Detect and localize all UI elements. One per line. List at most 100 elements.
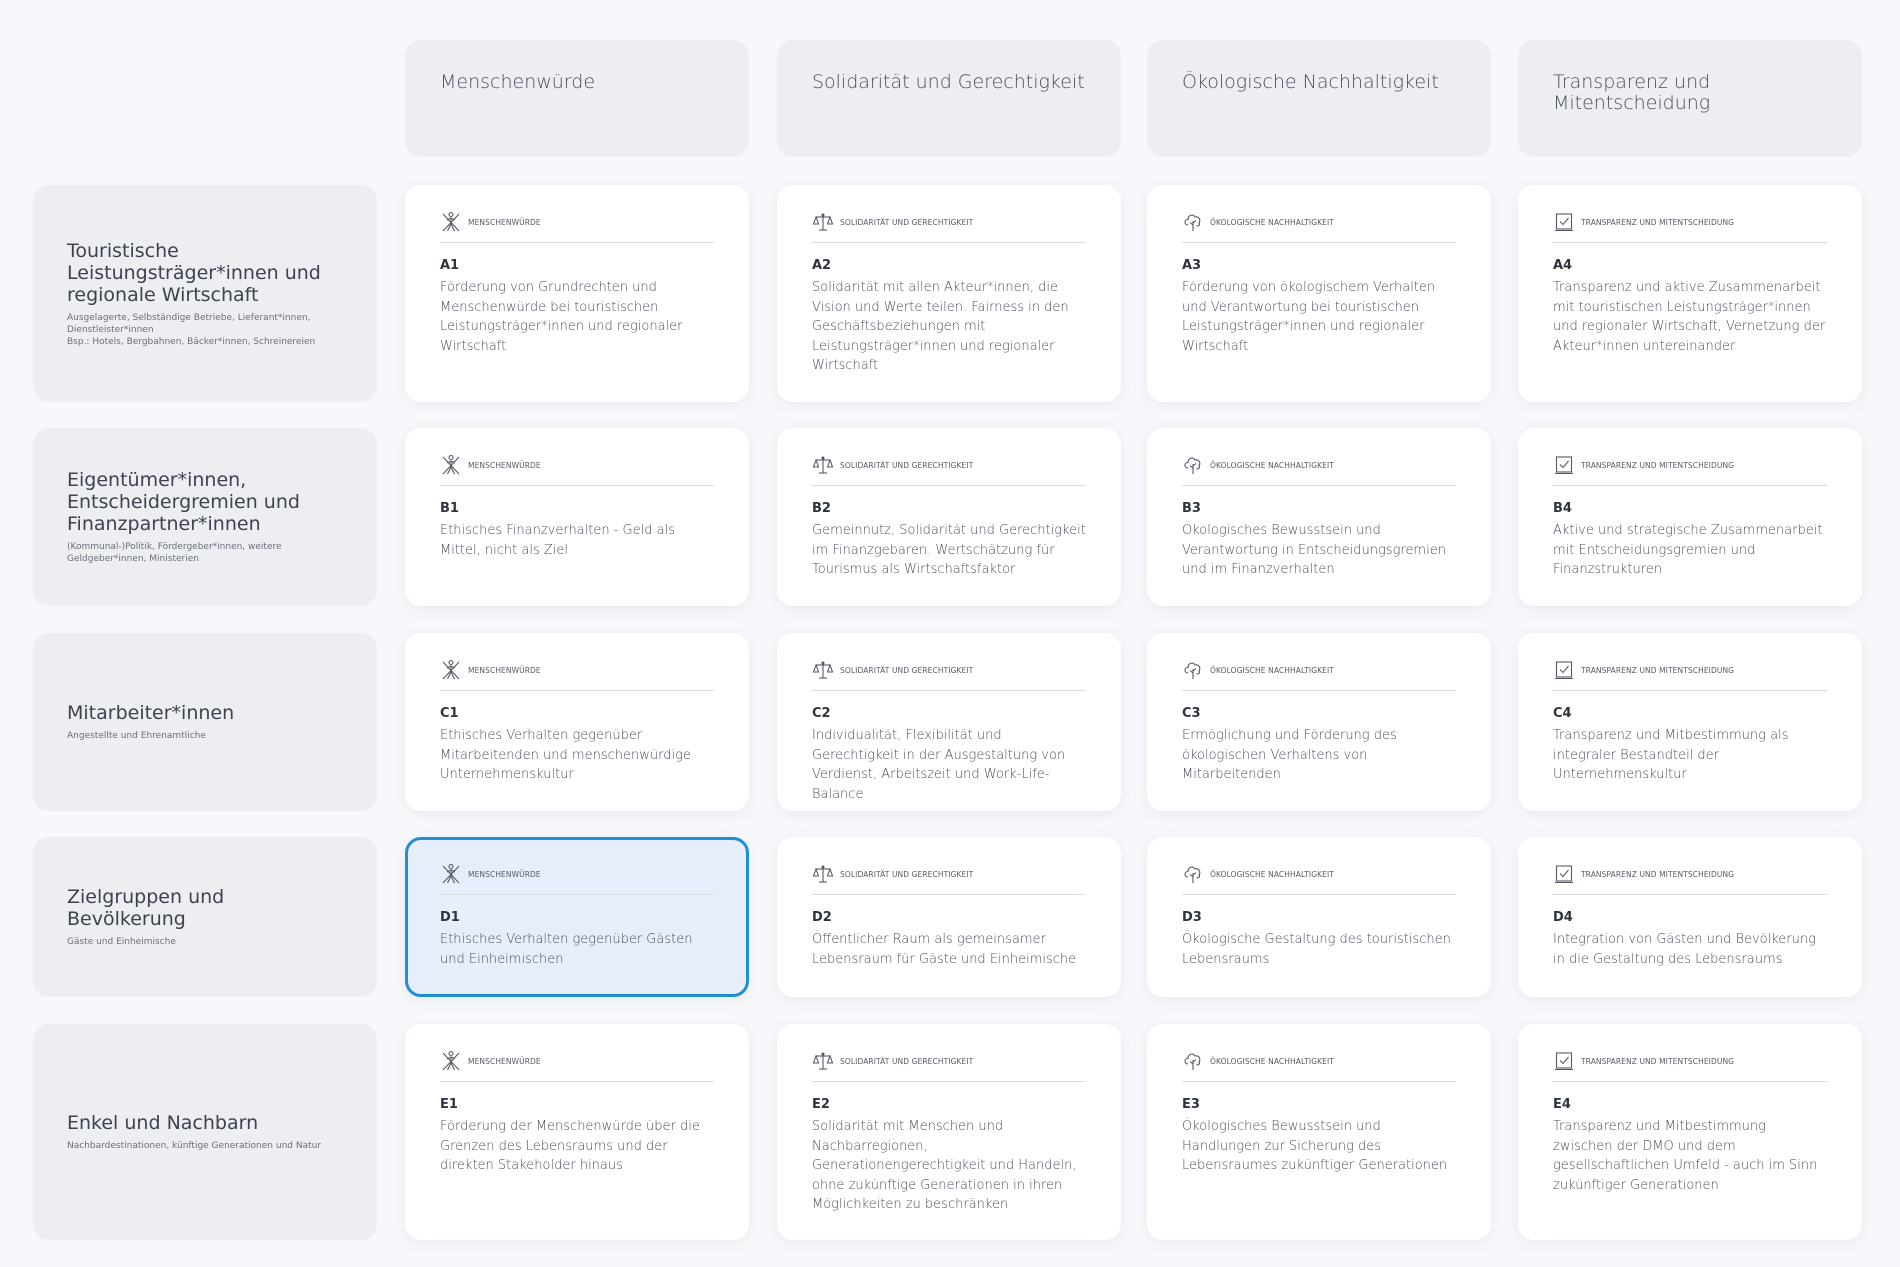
cell-description: Ethisches Finanzverhalten - Geld als Mit… [440,523,675,558]
matrix-cell-d1[interactable]: Menschenwürde D1 Ethisches Verhalten gegen… [405,837,749,997]
row-header-b: Eigentümer*innen, Entscheidergremien und… [33,428,377,606]
cell-category-header: Ökologische Nachhaltigkeit [1182,1049,1456,1073]
divider [1182,1081,1456,1082]
matrix-cell-a3[interactable]: Ökologische Nachhaltigkeit A3 Förderung vo… [1147,185,1491,402]
matrix-cell-d2[interactable]: Solidarität und Gerechtigkeit D2 Öffentlic… [777,837,1121,997]
cell-category-label: Solidarität und Gerechtigkeit [840,460,974,470]
cell-category-header: Menschenwürde [440,862,714,886]
cell-description: Solidarität mit allen Akteur*innen, die … [812,280,1069,373]
cell-description: Förderung der Menschenwürde über die Gre… [440,1119,700,1173]
cell-category-label: Menschenwürde [468,1056,541,1066]
matrix-cell-c2[interactable]: Solidarität und Gerechtigkeit C2 Individua… [777,633,1121,811]
cell-category-header: Menschenwürde [440,658,714,682]
column-header-label: Menschenwürde [440,71,596,93]
matrix-cell-b2[interactable]: Solidarität und Gerechtigkeit B2 Gemeinnut… [777,428,1121,606]
divider [1182,485,1456,486]
cell-category-label: Transparenz und Mitentscheidung [1581,217,1735,227]
ballot-icon [1553,211,1575,233]
cell-description: Öffentlicher Raum als gemeinsamer Lebens… [812,932,1077,967]
cell-description: Transparenz und Mitbestimmung als integr… [1553,728,1789,782]
matrix-cell-a2[interactable]: Solidarität und Gerechtigkeit A2 Solidarit… [777,185,1121,402]
cell-code: B2 [812,501,831,516]
cell-category-header: Ökologische Nachhaltigkeit [1182,862,1456,886]
column-header-label: Solidarität und Gerechtigkeit [812,71,1085,93]
cell-category-header: Transparenz und Mitentscheidung [1553,210,1827,234]
row-title: Eigentümer*innen, Entscheidergremien und… [67,469,300,535]
cell-code: D2 [812,910,832,925]
cell-category-label: Solidarität und Gerechtigkeit [840,1056,974,1066]
cell-category-label: Ökologische Nachhaltigkeit [1210,665,1334,675]
divider [1553,1081,1827,1082]
row-header-c: Mitarbeiter*innen Angestellte und Ehrena… [33,633,377,811]
cell-category-header: Transparenz und Mitentscheidung [1553,453,1827,477]
tree-icon [1182,1050,1204,1072]
matrix-cell-c4[interactable]: Transparenz und Mitentscheidung C4 Transpa… [1518,633,1862,811]
column-header-label: Transparenz und Mitentscheidung [1553,71,1711,114]
divider [440,1081,714,1082]
cell-category-header: Ökologische Nachhaltigkeit [1182,453,1456,477]
cell-category-header: Transparenz und Mitentscheidung [1553,862,1827,886]
ballot-icon [1553,1050,1575,1072]
matrix-cell-e1[interactable]: Menschenwürde E1 Förderung der Menschenwür… [405,1024,749,1240]
divider [440,485,714,486]
matrix-cell-e4[interactable]: Transparenz und Mitentscheidung E4 Transpa… [1518,1024,1862,1240]
cell-code: D3 [1182,910,1202,925]
cell-code: C1 [440,706,459,721]
matrix-cell-b4[interactable]: Transparenz und Mitentscheidung B4 Aktive … [1518,428,1862,606]
cell-code: E1 [440,1097,458,1112]
row-subtitle: Gäste und Einheimische [67,937,176,947]
matrix-cell-c1[interactable]: Menschenwürde C1 Ethisches Verhalten gegen… [405,633,749,811]
cell-description: Förderung von ökologischem Verhalten und… [1182,280,1436,354]
cell-code: B4 [1553,501,1572,516]
cell-category-header: Solidarität und Gerechtigkeit [812,862,1086,886]
scales-icon [812,1050,834,1072]
cell-description: Solidarität mit Menschen und Nachbarregi… [812,1119,1077,1212]
cell-category-header: Transparenz und Mitentscheidung [1553,1049,1827,1073]
matrix-cell-d4[interactable]: Transparenz und Mitentscheidung D4 Integra… [1518,837,1862,997]
cell-description: Aktive und strategische Zusammenarbeit m… [1553,523,1823,577]
matrix-cell-d3[interactable]: Ökologische Nachhaltigkeit D3 Ökologische … [1147,837,1491,997]
row-subtitle: Angestellte und Ehrenamtliche [67,731,206,741]
matrix-cell-c3[interactable]: Ökologische Nachhaltigkeit C3 Ermöglichung… [1147,633,1491,811]
cell-description: Ermöglichung und Förderung des ökologisc… [1182,728,1397,782]
cell-code: A3 [1182,258,1202,273]
matrix-cell-a1[interactable]: Menschenwürde A1 Förderung von Grundrechte… [405,185,749,402]
cell-category-label: Solidarität und Gerechtigkeit [840,217,974,227]
matrix-cell-b1[interactable]: Menschenwürde B1 Ethisches Finanzverhalten… [405,428,749,606]
ballot-icon [1553,863,1575,885]
cell-category-label: Solidarität und Gerechtigkeit [840,665,974,675]
cell-category-label: Ökologische Nachhaltigkeit [1210,217,1334,227]
tree-icon [1182,211,1204,233]
column-header-label: Ökologische Nachhaltigkeit [1182,71,1439,93]
tree-icon [1182,454,1204,476]
divider [440,690,714,691]
cell-category-label: Transparenz und Mitentscheidung [1581,1056,1735,1066]
cell-description: Individualität, Flexibilität und Gerecht… [812,728,1066,802]
matrix-cell-b3[interactable]: Ökologische Nachhaltigkeit B3 Ökologisches… [1147,428,1491,606]
cell-code: B3 [1182,501,1201,516]
scales-icon [812,211,834,233]
matrix-cell-e3[interactable]: Ökologische Nachhaltigkeit E3 Ökologisches… [1147,1024,1491,1240]
row-title: Touristische Leistungsträger*innen und r… [67,239,321,306]
matrix-cell-e2[interactable]: Solidarität und Gerechtigkeit E2 Solidarit… [777,1024,1121,1240]
divider [1182,242,1456,243]
cell-code: C3 [1182,706,1201,721]
matrix-cell-a4[interactable]: Transparenz und Mitentscheidung A4 Transpa… [1518,185,1862,402]
person-icon [440,863,462,885]
scales-icon [812,454,834,476]
scales-icon [812,863,834,885]
cell-category-header: Solidarität und Gerechtigkeit [812,1049,1086,1073]
divider [812,485,1086,486]
cell-code: E2 [812,1097,830,1112]
row-subtitle: Ausgelagerte, Selbständige Betriebe, Lie… [67,312,316,347]
cell-category-label: Menschenwürde [468,869,541,879]
cell-category-label: Transparenz und Mitentscheidung [1581,869,1735,879]
cell-code: A2 [812,258,832,273]
row-header-d: Zielgruppen und Bevölkerung Gäste und Ei… [33,837,377,997]
cell-category-header: Solidarität und Gerechtigkeit [812,658,1086,682]
divider [1553,894,1827,895]
cell-category-header: Transparenz und Mitentscheidung [1553,658,1827,682]
cell-category-label: Ökologische Nachhaltigkeit [1210,869,1334,879]
row-header-e: Enkel und Nachbarn Nachbardestinationen,… [33,1024,377,1240]
cell-category-header: Ökologische Nachhaltigkeit [1182,210,1456,234]
